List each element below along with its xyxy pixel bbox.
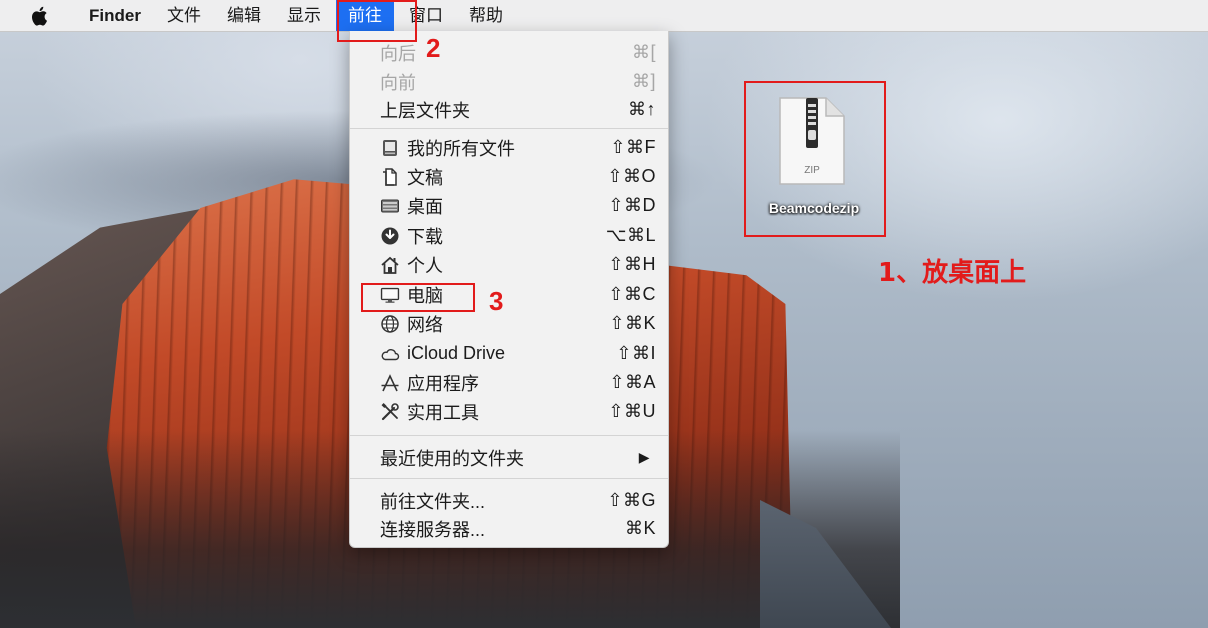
menu-item-applications[interactable]: 应用程序 ⇧⌘A <box>350 368 668 397</box>
menu-item-label: 我的所有文件 <box>407 138 515 159</box>
menu-item-shortcut: ⇧⌘C <box>608 284 656 304</box>
network-icon <box>381 314 399 333</box>
menu-item-shortcut: ⌘[ <box>631 42 656 62</box>
annotation-step-1: 1、放桌面上 <box>878 258 1027 288</box>
menu-separator <box>350 435 668 436</box>
applications-icon <box>381 373 399 391</box>
menu-item-shortcut: ⇧⌘D <box>608 195 656 215</box>
menu-item-label: 向前 <box>380 72 416 93</box>
menu-item-connect-server[interactable]: 连接服务器... ⌘K <box>350 514 668 543</box>
submenu-arrow-icon: ▶ <box>638 449 650 465</box>
menu-item-label: 最近使用的文件夹 <box>380 448 524 469</box>
utilities-icon <box>381 402 399 420</box>
annotation-box-computer <box>361 283 475 312</box>
menu-item-documents[interactable]: 文稿 ⇧⌘O <box>350 162 668 191</box>
menu-item-shortcut: ⌘↑ <box>628 99 656 119</box>
annotation-step-3: 3 <box>489 286 504 316</box>
menu-item-label: 上层文件夹 <box>380 100 470 121</box>
menu-edit[interactable]: 编辑 <box>214 0 274 31</box>
apple-icon[interactable] <box>30 6 48 26</box>
menu-bar: Finder 文件 编辑 显示 前往 窗口 帮助 <box>0 0 1208 32</box>
menu-item-shortcut: ⇧⌘H <box>608 254 656 274</box>
menu-item-label: 文稿 <box>407 167 443 188</box>
menu-separator <box>350 128 668 129</box>
menu-item-shortcut: ⇧⌘O <box>607 166 656 186</box>
menu-file[interactable]: 文件 <box>154 0 214 31</box>
download-icon <box>381 227 399 244</box>
all-files-icon <box>383 139 397 156</box>
menu-item-label: 网络 <box>407 314 443 335</box>
menu-item-shortcut: ⇧⌘G <box>607 490 656 510</box>
menu-item-shortcut: ⇧⌘K <box>609 313 656 333</box>
menu-item-label: 实用工具 <box>407 402 479 423</box>
menu-item-utilities[interactable]: 实用工具 ⇧⌘U <box>350 397 668 426</box>
desktop-icon <box>381 199 399 212</box>
menu-item-go-to-folder[interactable]: 前往文件夹... ⇧⌘G <box>350 486 668 515</box>
menu-item-label: 应用程序 <box>407 373 479 394</box>
menu-item-forward[interactable]: 向前 ⌘] <box>350 67 668 96</box>
home-icon <box>381 256 399 274</box>
menu-item-enclosing-folder[interactable]: 上层文件夹 ⌘↑ <box>350 95 668 124</box>
menu-help[interactable]: 帮助 <box>456 0 516 31</box>
cloud-icon <box>381 348 400 360</box>
menu-item-back[interactable]: 向后 ⌘[ <box>350 38 668 67</box>
annotation-box-go-menu <box>337 0 417 42</box>
menu-item-downloads[interactable]: 下载 ⌥⌘L <box>350 221 668 250</box>
menu-item-label: 连接服务器... <box>380 519 486 540</box>
menu-item-shortcut: ⇧⌘I <box>616 343 656 363</box>
menu-item-shortcut: ⌘] <box>631 71 656 91</box>
menu-finder[interactable]: Finder <box>76 0 154 31</box>
menu-view[interactable]: 显示 <box>274 0 334 31</box>
menu-item-shortcut: ⇧⌘A <box>609 372 656 392</box>
menu-item-label: 前往文件夹... <box>380 491 486 512</box>
menu-item-home[interactable]: 个人 ⇧⌘H <box>350 250 668 279</box>
menu-item-recent-folders[interactable]: 最近使用的文件夹 ▶ <box>350 443 668 472</box>
menu-item-shortcut: ⇧⌘F <box>610 137 656 157</box>
menu-item-icloud-drive[interactable]: iCloud Drive ⇧⌘I <box>350 339 668 368</box>
annotation-box-zip-file <box>744 81 886 237</box>
documents-icon <box>383 167 397 186</box>
menu-item-desktop[interactable]: 桌面 ⇧⌘D <box>350 191 668 220</box>
menu-item-shortcut: ⌘K <box>624 518 656 538</box>
menu-item-label: 桌面 <box>407 196 443 217</box>
menu-item-label: iCloud Drive <box>407 343 506 363</box>
menu-item-label: 下载 <box>407 226 443 247</box>
menu-item-shortcut: ⇧⌘U <box>608 401 656 421</box>
menu-item-shortcut: ⌥⌘L <box>605 225 656 245</box>
menu-item-all-my-files[interactable]: 我的所有文件 ⇧⌘F <box>350 133 668 162</box>
menu-item-label: 向后 <box>380 43 416 64</box>
annotation-step-2: 2 <box>426 33 441 63</box>
menu-item-network[interactable]: 网络 ⇧⌘K <box>350 309 668 338</box>
menu-separator <box>350 478 668 479</box>
menu-item-label: 个人 <box>407 255 443 276</box>
